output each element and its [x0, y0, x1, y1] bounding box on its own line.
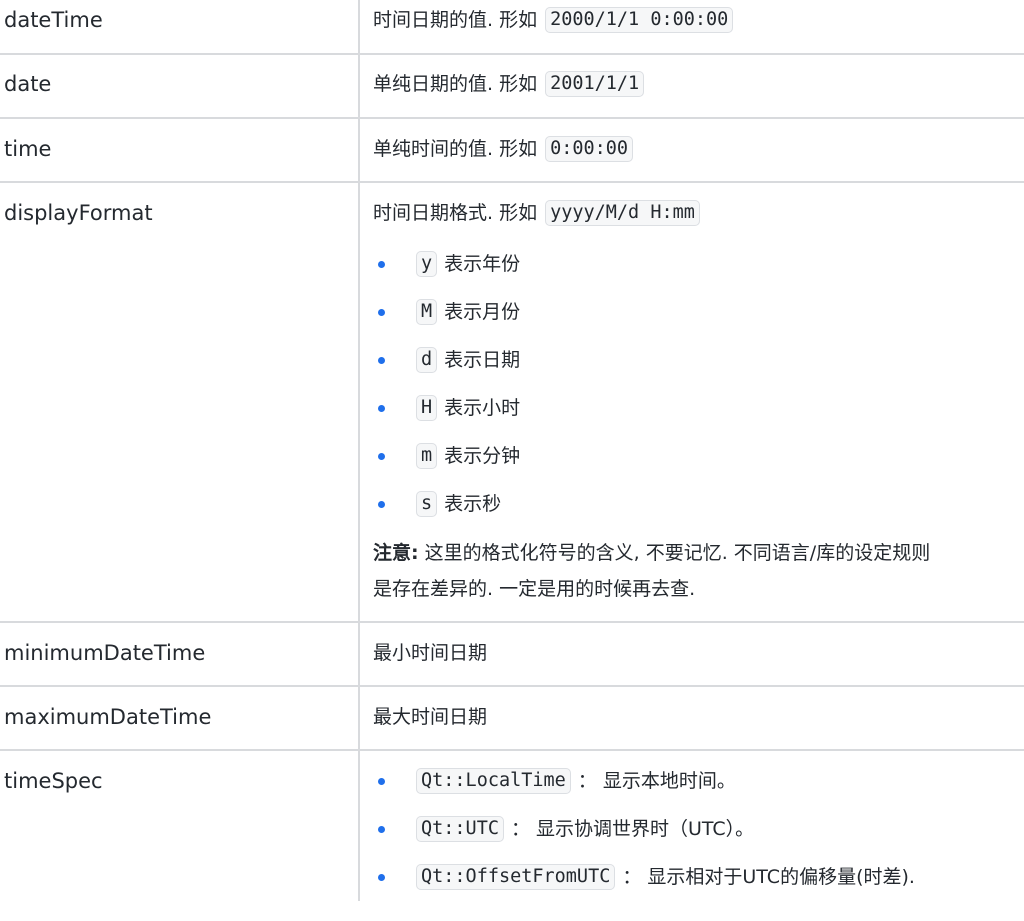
table-row: minimumDateTime 最小时间日期	[0, 623, 1024, 687]
property-description: Qt::LocalTime ： 显示本地时间。 Qt::UTC ： 显示协调世界时（…	[373, 766, 1024, 901]
format-symbol-text: 表示分钟	[444, 445, 521, 467]
table-row: dateTime 时间日期的值. 形如 2000/1/1 0:00:00	[0, 0, 1024, 55]
property-name: displayFormat	[4, 201, 153, 225]
description-text: 单纯时间的值. 形如	[373, 138, 538, 160]
example-code: yyyy/M/d H:mm	[545, 200, 700, 226]
format-symbol-code: M	[416, 299, 438, 325]
timespec-code: Qt::UTC	[416, 816, 504, 842]
format-symbol-code: s	[416, 491, 438, 517]
table-row: timeSpec Qt::LocalTime： 显示本地时间。 Qt::UTC：…	[0, 751, 1024, 901]
note-text-line-2: 是存在差异的. 一定是用的时候再去查.	[373, 578, 696, 600]
format-symbol-text: 表示小时	[444, 397, 521, 419]
example-code: 2001/1/1	[545, 71, 645, 97]
table-row: time 单纯时间的值. 形如 0:00:00	[0, 119, 1024, 183]
bullet-icon	[378, 309, 385, 316]
bullet-icon	[378, 453, 385, 460]
note-paragraph: 注意: 这里的格式化符号的含义, 不要记忆. 不同语言/库的设定规则	[373, 535, 930, 571]
table-row: date 单纯日期的值. 形如 2001/1/1	[0, 55, 1024, 119]
bullet-icon	[378, 874, 385, 881]
format-symbol-code: H	[416, 395, 438, 421]
format-symbol-text: 表示月份	[444, 301, 521, 323]
bullet-icon	[378, 357, 385, 364]
example-code: 2000/1/1 0:00:00	[545, 7, 734, 33]
table-row: displayFormat 时间日期格式. 形如 yyyy/M/d H:mm y表…	[0, 183, 1024, 623]
timespec-code: Qt::LocalTime	[416, 768, 571, 794]
description-text: 最小时间日期	[373, 642, 488, 664]
bullet-icon	[378, 501, 385, 508]
timespec-code: Qt::OffsetFromUTC	[416, 864, 616, 890]
bullet-icon	[378, 405, 385, 412]
note-text-line-1: 这里的格式化符号的含义, 不要记忆. 不同语言/库的设定规则	[418, 542, 931, 564]
timespec-text: ： 显示协调世界时（UTC）。	[510, 818, 755, 840]
format-symbol-text: 表示日期	[444, 349, 521, 371]
example-code: 0:00:00	[545, 136, 634, 162]
format-symbol-text: 表示秒	[444, 493, 502, 515]
format-symbol-code: d	[416, 347, 438, 373]
property-name: timeSpec	[4, 769, 103, 793]
timespec-text: ： 显示相对于UTC的偏移量(时差).	[622, 866, 915, 888]
property-description: 时间日期格式. 形如 yyyy/M/d H:mm y 表示年份 M 表示月份 d 表示日…	[373, 199, 1024, 619]
format-symbol-code: y	[416, 251, 438, 277]
format-symbol-text: 表示年份	[444, 253, 521, 275]
bullet-icon	[378, 826, 385, 833]
description-text: 单纯日期的值. 形如	[373, 73, 538, 95]
note-paragraph-continued: 是存在差异的. 一定是用的时候再去查.	[373, 571, 695, 607]
description-text: 最大时间日期	[373, 706, 488, 728]
note-label: 注意:	[373, 542, 419, 564]
description-text: 时间日期格式. 形如	[373, 202, 538, 224]
bullet-icon	[378, 261, 385, 268]
description-text: 时间日期的值. 形如	[373, 9, 538, 31]
bullet-icon	[378, 778, 385, 785]
format-symbol-code: m	[416, 443, 438, 469]
timespec-text: ： 显示本地时间。	[577, 770, 736, 792]
table-row: maximumDateTime 最大时间日期	[0, 687, 1024, 751]
